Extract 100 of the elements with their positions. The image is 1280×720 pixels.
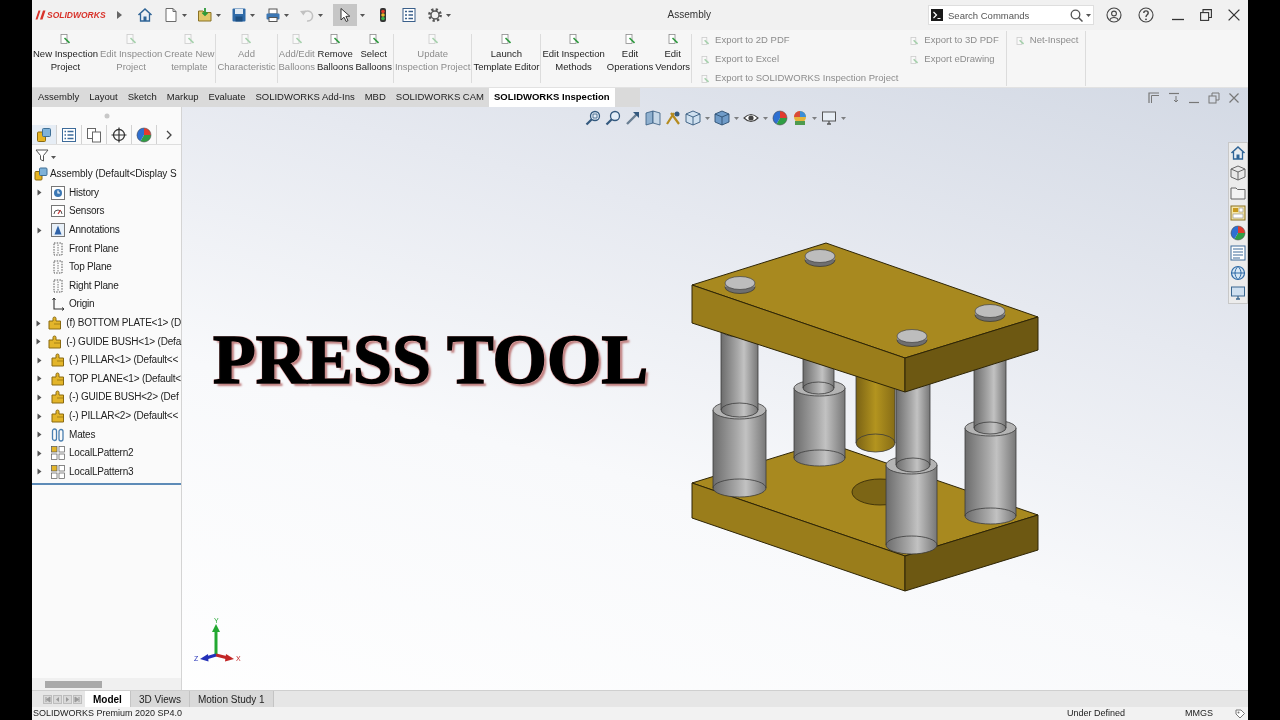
caret-down-icon[interactable]: [445, 13, 451, 17]
ribbon-button[interactable]: Launch Template Editor: [472, 34, 541, 83]
ribbon-button[interactable]: Edit Operations: [605, 34, 655, 83]
tree-item[interactable]: Sensors: [69, 206, 105, 217]
tag-icon[interactable]: [1235, 708, 1245, 719]
view-cube-icon[interactable]: [684, 110, 701, 126]
ribbon-tab[interactable]: SOLIDWORKS Inspection: [489, 88, 615, 107]
caret-down-icon[interactable]: [733, 116, 739, 120]
cube-icon[interactable]: [1230, 165, 1246, 181]
ribbon-tab[interactable]: Sketch: [122, 88, 162, 107]
tree-item[interactable]: History: [69, 187, 99, 198]
units-text[interactable]: MMGS: [1185, 709, 1213, 718]
tree-item[interactable]: Right Plane: [69, 280, 119, 291]
select-tool-button[interactable]: [332, 4, 357, 26]
tree-item[interactable]: Mates: [69, 429, 96, 440]
expand-arrow-icon[interactable]: [37, 449, 42, 457]
expand-arrow-icon[interactable]: [37, 226, 42, 234]
restore-icon[interactable]: [1200, 9, 1212, 21]
new-document-icon[interactable]: [162, 7, 179, 23]
home-icon[interactable]: [136, 7, 153, 23]
tree-item[interactable]: Assembly (Default<Display S: [50, 169, 177, 180]
view-arrow-icon[interactable]: [624, 110, 641, 126]
save-icon[interactable]: [230, 7, 247, 23]
close-icon[interactable]: [1228, 9, 1240, 21]
annotation-view-icon[interactable]: [664, 110, 681, 126]
help-icon[interactable]: [1138, 7, 1154, 23]
expand-arrow-icon[interactable]: [36, 375, 42, 383]
model-tab[interactable]: 3D Views: [130, 691, 190, 707]
caret-down-icon[interactable]: [811, 116, 817, 120]
settings-icon[interactable]: [426, 7, 443, 23]
tree-item[interactable]: (-) GUIDE BUSH<1> (Defa: [66, 336, 181, 347]
caret-down-icon[interactable]: [840, 116, 846, 120]
tree-item[interactable]: (-) GUIDE BUSH<2> (Def: [69, 392, 179, 403]
chevron-right-icon[interactable]: [166, 129, 172, 140]
file-properties-icon[interactable]: [400, 7, 417, 23]
caret-down-icon[interactable]: [704, 116, 710, 120]
home-icon[interactable]: [1230, 145, 1246, 161]
grip-dot-icon[interactable]: [103, 113, 110, 119]
configuration-icon[interactable]: [86, 126, 102, 143]
search-icon[interactable]: [1070, 8, 1083, 22]
zoom-fit-icon[interactable]: [584, 110, 601, 126]
tree-item[interactable]: (-) PILLAR<2> (Default<<: [69, 411, 179, 421]
color-ball-icon[interactable]: [771, 110, 788, 126]
zoom-icon[interactable]: [604, 110, 621, 126]
view-palette-icon[interactable]: [1230, 205, 1246, 221]
ribbon-tab[interactable]: SOLIDWORKS Add-Ins: [250, 88, 360, 107]
ribbon-button[interactable]: Edit Vendors: [654, 34, 692, 83]
print-icon[interactable]: [264, 7, 281, 23]
caret-down-icon[interactable]: [283, 13, 289, 17]
caret-down-icon[interactable]: [359, 13, 365, 17]
caret-down-icon[interactable]: [51, 156, 56, 159]
expand-arrow-icon[interactable]: [37, 189, 42, 197]
scene-icon[interactable]: [791, 110, 808, 126]
caret-down-icon[interactable]: [215, 13, 221, 17]
color-ball-icon[interactable]: [1230, 225, 1246, 241]
model-tab[interactable]: Model: [85, 691, 131, 707]
tree-item[interactable]: (f) BOTTOM PLATE<1> (D: [66, 318, 181, 329]
ribbon-tab[interactable]: Markup: [161, 88, 204, 107]
model-tab[interactable]: Motion Study 1: [189, 691, 274, 707]
monitor-icon[interactable]: [820, 110, 837, 126]
tree-item[interactable]: Annotations: [69, 225, 120, 236]
tree-item[interactable]: (-) PILLAR<1> (Default<<: [69, 355, 179, 366]
ribbon-button[interactable]: Edit Inspection Methods: [541, 34, 606, 83]
expand-arrow-icon[interactable]: [37, 468, 42, 476]
caret-right-icon[interactable]: [116, 11, 122, 19]
globe-icon[interactable]: [1230, 265, 1246, 281]
ribbon-button[interactable]: Select Balloons: [354, 34, 393, 83]
section-view-icon[interactable]: [644, 110, 661, 126]
arrow-down-icon[interactable]: [1168, 91, 1180, 104]
color-ball-icon[interactable]: [136, 126, 152, 143]
crosshair-icon[interactable]: [111, 126, 127, 143]
user-icon[interactable]: [1106, 7, 1122, 23]
ribbon-button[interactable]: Remove Balloons: [316, 34, 355, 83]
caret-down-icon[interactable]: [249, 13, 255, 17]
tree-item[interactable]: Origin: [69, 299, 95, 310]
tree-item[interactable]: TOP PLANE<1> (Default<: [68, 373, 181, 384]
ribbon-tab[interactable]: MBD: [359, 88, 391, 107]
expand-arrow-icon[interactable]: [37, 356, 42, 364]
expand-arrow-icon[interactable]: [37, 412, 42, 420]
ribbon-tab[interactable]: Layout: [84, 88, 123, 107]
filter-icon[interactable]: [35, 148, 49, 162]
tree-item[interactable]: Top Plane: [69, 262, 112, 273]
expand-arrow-icon[interactable]: [35, 319, 41, 327]
ribbon-tab[interactable]: Assembly: [33, 88, 85, 107]
tree-item[interactable]: LocalLPattern2: [69, 448, 134, 459]
tree-item[interactable]: Front Plane: [69, 243, 119, 254]
ribbon-button[interactable]: New Inspection Project: [32, 34, 99, 83]
open-folder-icon[interactable]: [196, 7, 213, 23]
scrollbar-thumb[interactable]: [45, 680, 102, 688]
ribbon-tab[interactable]: SOLIDWORKS CAM: [390, 88, 489, 107]
expand-arrow-icon[interactable]: [35, 338, 41, 346]
expand-arrow-icon[interactable]: [37, 393, 42, 401]
monitor-icon[interactable]: [1230, 285, 1246, 301]
folder-icon[interactable]: [1230, 185, 1246, 201]
property-list-icon[interactable]: [61, 126, 77, 143]
tree-item[interactable]: LocalLPattern3: [69, 466, 134, 477]
tile-icon[interactable]: [1148, 91, 1160, 104]
search-field[interactable]: Search Commands: [928, 5, 1094, 25]
caret-down-icon[interactable]: [1086, 13, 1091, 17]
ribbon-tab[interactable]: Evaluate: [203, 88, 251, 107]
